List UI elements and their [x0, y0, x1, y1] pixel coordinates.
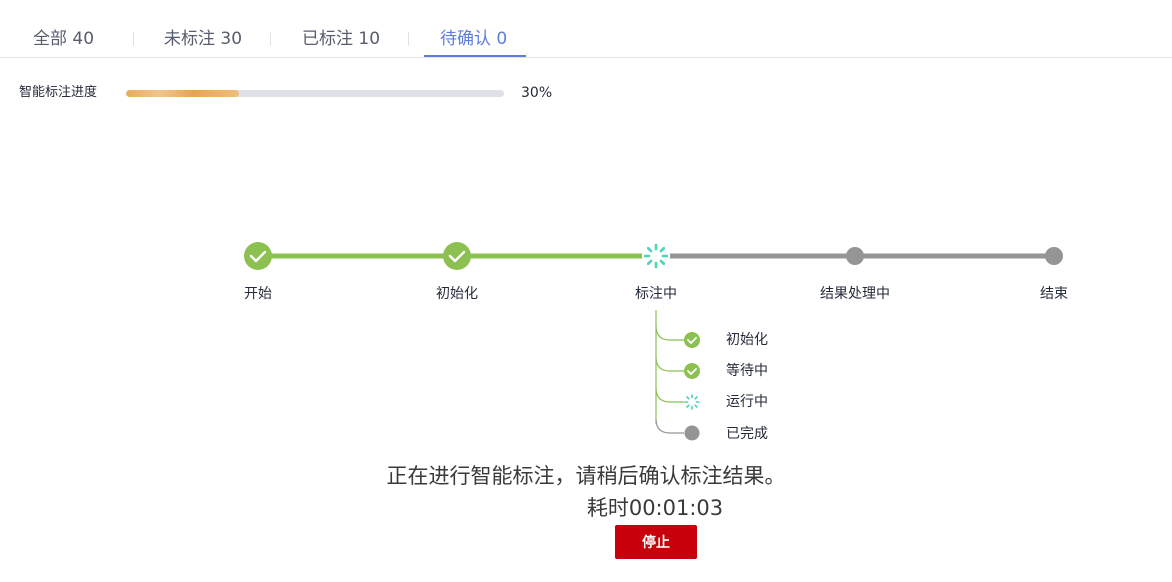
step-node-end-dot-icon	[1045, 247, 1063, 265]
step-label-labeling: 标注中	[635, 286, 677, 302]
sub-step-label-init: 初始化	[726, 332, 768, 348]
status-message: 正在进行智能标注，请稍后确认标注结果。	[386, 464, 786, 488]
sub-step-tree-lines	[655, 310, 684, 424]
smart-labeling-page: 全部 40 未标注 30 已标注 10 待确认 0 智能标注进度 30% 开始 …	[0, 0, 1172, 582]
step-label-processing: 结果处理中	[820, 286, 890, 302]
sub-step-tree-line-pending	[655, 418, 684, 434]
step-node-start-check-icon	[244, 242, 272, 270]
elapsed-time: 耗时00:01:03	[586, 496, 724, 520]
sub-step-running-spinner-icon	[684, 394, 700, 410]
sub-step-init-check-icon	[684, 332, 700, 348]
step-label-end: 结束	[1040, 286, 1068, 302]
sub-step-label-running: 运行中	[726, 394, 768, 410]
step-node-init-check-icon	[443, 242, 471, 270]
stop-button[interactable]: 停止	[615, 525, 697, 559]
step-label-init: 初始化	[436, 286, 478, 302]
step-label-start: 开始	[244, 286, 272, 302]
sub-step-done-dot-icon	[684, 425, 700, 441]
step-node-labeling-spinner-icon	[642, 242, 670, 270]
step-node-processing-dot-icon	[846, 247, 864, 265]
sub-step-waiting-check-icon	[684, 363, 700, 379]
sub-step-label-waiting: 等待中	[726, 363, 768, 379]
sub-step-label-completed: 已完成	[726, 426, 768, 442]
